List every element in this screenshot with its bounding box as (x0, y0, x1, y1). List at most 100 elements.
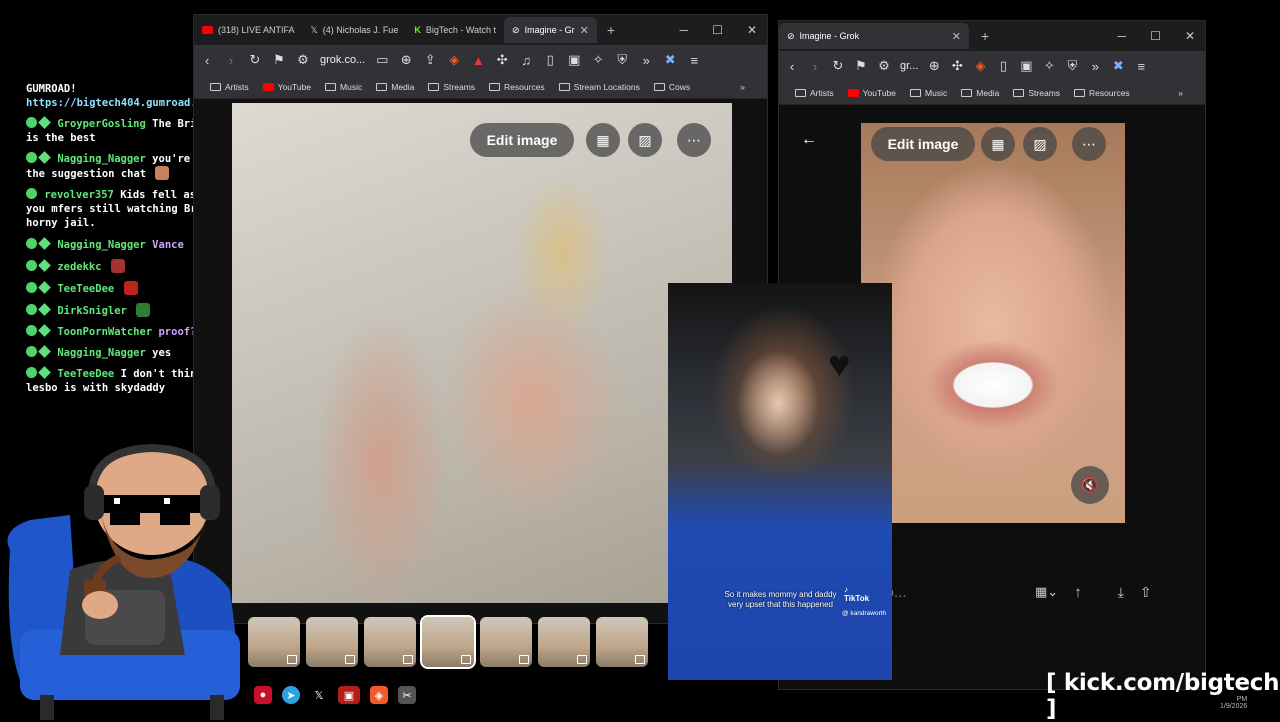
bookmark-cows[interactable]: Cows (653, 82, 690, 92)
chat-username[interactable]: TeeTeeDee (57, 283, 114, 295)
chat-username[interactable]: revolver357 (44, 189, 114, 201)
thumbnail[interactable] (480, 617, 532, 667)
download-icon[interactable]: ⤓ (1118, 584, 1124, 601)
brave-shield-icon[interactable]: ◈ (973, 58, 987, 74)
thumbnail[interactable] (364, 617, 416, 667)
forward-icon[interactable]: › (808, 59, 822, 74)
close-tab-icon[interactable]: ✕ (580, 24, 589, 37)
share-icon[interactable]: ⇪ (423, 52, 437, 68)
x-ext-icon[interactable]: ✖ (1111, 58, 1125, 74)
close-tab-icon[interactable]: ✕ (952, 30, 961, 43)
bookmark-media[interactable]: Media (376, 82, 414, 92)
mute-icon[interactable]: 🔇 (1071, 466, 1109, 504)
chat-username[interactable]: Nagging_Nagger (57, 347, 146, 359)
image-mode-icon[interactable]: ▨ (1023, 127, 1057, 161)
sidebar-icon[interactable]: ▯ (996, 58, 1010, 74)
tab-x[interactable]: 𝕏 (4) Nicholas J. Fue (303, 17, 407, 43)
minimize-icon[interactable]: ─ (1118, 29, 1127, 43)
thumbnail[interactable] (596, 617, 648, 667)
maximize-icon[interactable]: ☐ (712, 23, 723, 37)
tab-grok[interactable]: ⊘ Imagine - Gr ✕ (504, 17, 597, 43)
telegram-icon[interactable]: ➤ (282, 686, 300, 704)
x-icon[interactable]: 𝕏 (310, 686, 328, 704)
bookmark-music[interactable]: Music (910, 88, 947, 98)
wallet-icon[interactable]: ▣ (1019, 58, 1033, 74)
back-icon[interactable]: ‹ (200, 53, 214, 68)
bookmark-youtube[interactable]: YouTube (847, 88, 896, 98)
share-icon[interactable]: ⇧ (1140, 584, 1152, 601)
wallet-icon[interactable]: ▣ (567, 52, 581, 68)
video-mode-icon[interactable]: ▦ (981, 127, 1015, 161)
chat-username[interactable]: GroyperGosling (57, 118, 146, 130)
music-icon[interactable]: ♫ (519, 53, 533, 68)
site-info-icon[interactable]: ⚙ (877, 58, 891, 74)
bookmark-icon[interactable]: ⚑ (272, 52, 286, 68)
close-window-icon[interactable]: ✕ (1185, 29, 1195, 43)
more-ext-icon[interactable]: » (1088, 59, 1102, 74)
address-bar[interactable]: grok.co... (320, 54, 365, 66)
more-ext-icon[interactable]: » (639, 53, 653, 68)
submit-arrow-icon[interactable]: ↑ (1074, 584, 1082, 601)
vpn-icon[interactable]: ⛨ (1065, 58, 1079, 74)
more-bookmarks-icon[interactable]: » (740, 82, 767, 92)
leo-icon[interactable]: ✧ (591, 52, 605, 68)
bookmark-icon[interactable]: ⚑ (854, 58, 868, 74)
x-ext-icon[interactable]: ✖ (663, 52, 677, 68)
bookmark-media[interactable]: Media (961, 88, 999, 98)
close-window-icon[interactable]: ✕ (747, 23, 757, 37)
bookmark-stream-locations[interactable]: Stream Locations (558, 82, 640, 92)
chat-username[interactable]: DirkSnigler (57, 305, 127, 317)
back-icon[interactable]: ‹ (785, 59, 799, 74)
bookmark-youtube[interactable]: YouTube (262, 82, 311, 92)
bookmark-resources[interactable]: Resources (1074, 88, 1130, 98)
generated-face-image[interactable]: Edit image ▦ ▨ ⋯ 🔇 (861, 123, 1125, 523)
maximize-icon[interactable]: ☐ (1150, 29, 1161, 43)
tab-grok[interactable]: ⊘ Imagine - Grok ✕ (779, 23, 969, 49)
bookmark-streams[interactable]: Streams (1013, 88, 1060, 98)
image-mode-icon[interactable]: ▨ (628, 123, 662, 157)
chat-username[interactable]: Nagging_Nagger (57, 239, 146, 251)
video-settings-icon[interactable]: ▦⌄ (1035, 584, 1058, 600)
cast-icon[interactable]: ▭ (375, 52, 389, 68)
generated-image[interactable]: Edit image ▦ ▨ ⋯ (232, 103, 732, 603)
edit-image-button[interactable]: Edit image (871, 127, 975, 161)
back-arrow-icon[interactable]: ← (801, 131, 817, 149)
snip-icon[interactable]: ✂ (398, 686, 416, 704)
video-mode-icon[interactable]: ▦ (586, 123, 620, 157)
menu-icon[interactable]: ≡ (687, 53, 701, 68)
bookmark-music[interactable]: Music (325, 82, 362, 92)
reload-icon[interactable]: ↻ (831, 58, 845, 74)
zoom-icon[interactable]: ⊕ (399, 52, 413, 68)
brave-icon[interactable]: ◈ (370, 686, 388, 704)
more-options-icon[interactable]: ⋯ (677, 123, 711, 157)
more-options-icon[interactable]: ⋯ (1072, 127, 1106, 161)
new-tab-icon[interactable]: + (981, 28, 989, 44)
bookmark-artists[interactable]: Artists (795, 88, 834, 98)
brave-shield-icon[interactable]: ◈ (447, 52, 461, 68)
brave-rewards-icon[interactable]: ▲ (471, 53, 485, 68)
tab-kick[interactable]: K BigTech - Watch t (406, 17, 504, 43)
menu-icon[interactable]: ≡ (1134, 59, 1148, 74)
site-info-icon[interactable]: ⚙ (296, 52, 310, 68)
edit-image-button[interactable]: Edit image (470, 123, 574, 157)
address-bar[interactable]: gr... (900, 60, 918, 72)
vpn-icon[interactable]: ⛨ (615, 52, 629, 68)
bookmark-resources[interactable]: Resources (489, 82, 545, 92)
extensions-icon[interactable]: ✣ (495, 52, 509, 68)
thumbnail[interactable] (306, 617, 358, 667)
minimize-icon[interactable]: ─ (680, 23, 689, 37)
tab-youtube[interactable]: (318) LIVE ANTIFA (194, 17, 303, 43)
extensions-icon[interactable]: ✣ (950, 58, 964, 74)
sidebar-icon[interactable]: ▯ (543, 52, 557, 68)
chat-username[interactable]: zedekkc (57, 261, 101, 273)
app-icon[interactable]: ● (254, 686, 272, 704)
leo-icon[interactable]: ✧ (1042, 58, 1056, 74)
thumbnail-selected[interactable] (420, 615, 476, 669)
reload-icon[interactable]: ↻ (248, 52, 262, 68)
thumbnail[interactable] (538, 617, 590, 667)
chat-username[interactable]: Nagging_Nagger (57, 153, 146, 165)
forward-icon[interactable]: › (224, 53, 238, 68)
chat-username[interactable]: ToonPornWatcher (57, 326, 152, 338)
zoom-icon[interactable]: ⊕ (927, 58, 941, 74)
new-tab-icon[interactable]: + (607, 22, 615, 38)
